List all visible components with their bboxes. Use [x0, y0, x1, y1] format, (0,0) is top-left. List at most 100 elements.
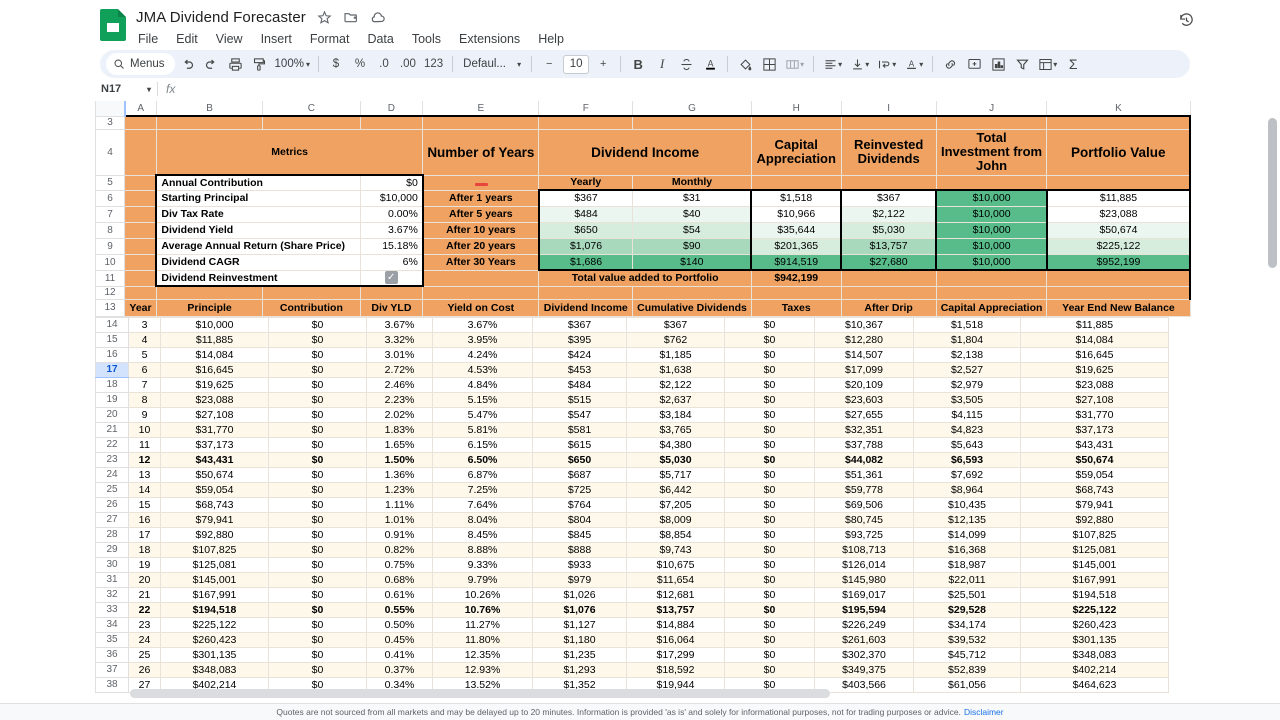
cell-capital-appreciation-22[interactable]: $29,528 [913, 601, 1021, 618]
horizontal-scroll-thumb[interactable] [130, 689, 830, 698]
cell-after-drip-8[interactable]: $23,603 [814, 391, 914, 408]
cell-after-drip-15[interactable]: $69,506 [814, 496, 914, 513]
year-label-1[interactable]: After 1 years [422, 189, 540, 207]
portfolio-value-20[interactable]: $225,122 [1046, 237, 1192, 255]
cell-capital-appreciation-21[interactable]: $25,501 [913, 586, 1021, 603]
cell-principle-11[interactable]: $37,173 [160, 436, 269, 453]
functions-button[interactable]: Σ [1062, 53, 1084, 75]
cell-principle-20[interactable]: $145,001 [160, 571, 269, 588]
cell-contribution-4[interactable]: $0 [268, 331, 367, 348]
col-contribution[interactable]: Contribution [262, 298, 361, 317]
page-title[interactable]: JMA Dividend Forecaster [136, 9, 306, 26]
redo-button[interactable] [201, 53, 223, 75]
cell-capital-appreciation-9[interactable]: $4,115 [913, 406, 1021, 423]
cell-year-19[interactable]: 19 [128, 556, 161, 573]
cell-year-16[interactable]: 16 [128, 511, 161, 528]
reinvested-dividends-5[interactable]: $2,122 [840, 205, 938, 223]
cell-yield-on-cost-10[interactable]: 5.81% [432, 421, 533, 438]
table-row[interactable]: 25 14 $59,054 $0 1.23% 7.25% $725 $6,442 $0 $59,7… [95, 481, 1169, 498]
cell-a11[interactable] [124, 269, 157, 287]
row-header-6[interactable]: 6 [94, 189, 126, 207]
cell-div-yld-20[interactable]: 0.68% [366, 571, 433, 588]
bold-button[interactable]: B [627, 53, 649, 75]
undo-button[interactable] [177, 53, 199, 75]
cell-capital-appreciation-12[interactable]: $6,593 [913, 451, 1021, 468]
cell-k11[interactable] [1046, 269, 1192, 287]
row-header-11[interactable]: 11 [94, 269, 126, 287]
cell-capital-appreciation-20[interactable]: $22,011 [913, 571, 1021, 588]
menu-format[interactable]: Format [308, 31, 352, 47]
more-formats-button[interactable]: 123 [421, 53, 446, 75]
metric-label-dividend-reinvestment[interactable]: Dividend Reinvestment [155, 269, 361, 287]
cell-taxes-25[interactable]: $0 [724, 646, 815, 663]
table-row[interactable]: 23 12 $43,431 $0 1.50% 6.50% $650 $5,030 $0 $44,0… [95, 451, 1169, 468]
row-header-15[interactable]: 15 [95, 331, 129, 348]
cell-after-drip-3[interactable]: $10,367 [814, 316, 914, 333]
cell-cumulative-dividends-17[interactable]: $8,854 [626, 526, 725, 543]
menu-file[interactable]: File [136, 31, 160, 47]
cell-after-drip-11[interactable]: $37,788 [814, 436, 914, 453]
portfolio-value-30[interactable]: $952,199 [1046, 253, 1192, 271]
cell-after-drip-24[interactable]: $261,603 [814, 631, 914, 648]
row-header-24[interactable]: 24 [95, 466, 129, 483]
cell-year-end-balance-13[interactable]: $59,054 [1020, 466, 1169, 483]
cell-contribution-26[interactable]: $0 [268, 661, 367, 678]
cell-div-yld-22[interactable]: 0.55% [366, 601, 433, 618]
merge-cells-button[interactable]: ▾ [782, 53, 807, 75]
cell-cumulative-dividends-16[interactable]: $8,009 [626, 511, 725, 528]
cell-dividend-income-13[interactable]: $687 [532, 466, 627, 483]
cell-cumulative-dividends-15[interactable]: $7,205 [626, 496, 725, 513]
cell-i11[interactable] [840, 269, 937, 287]
cell-dividend-income-3[interactable]: $367 [532, 316, 627, 333]
row-header-20[interactable]: 20 [95, 406, 129, 423]
total-added-value[interactable]: $942,199 [750, 269, 842, 287]
cell-div-yld-9[interactable]: 2.02% [366, 406, 433, 423]
cell-g12[interactable] [632, 285, 752, 300]
cell-after-drip-5[interactable]: $14,507 [814, 346, 914, 363]
table-row[interactable]: 15 4 $11,885 $0 3.32% 3.95% $395 $762 $0 $12,280 $… [95, 331, 1169, 348]
cell-year-end-balance-22[interactable]: $225,122 [1020, 601, 1169, 618]
cell-a8[interactable] [124, 221, 157, 239]
menus-search-button[interactable]: Menus [106, 53, 175, 75]
col-after-drip[interactable]: After Drip [840, 298, 937, 317]
cell-yield-on-cost-18[interactable]: 8.88% [432, 541, 533, 558]
dividend-reinvestment-checkbox[interactable]: ✓ [359, 269, 424, 287]
cell-principle-21[interactable]: $167,991 [160, 586, 269, 603]
cell-capital-appreciation-8[interactable]: $3,505 [913, 391, 1021, 408]
cell-contribution-6[interactable]: $0 [268, 361, 367, 378]
cell-a10[interactable] [124, 253, 157, 271]
cell-year-24[interactable]: 24 [128, 631, 161, 648]
cell-a4[interactable] [124, 128, 157, 176]
cell-h5[interactable] [750, 174, 842, 191]
cell-year-8[interactable]: 8 [128, 391, 161, 408]
cell-capital-appreciation-6[interactable]: $2,527 [913, 361, 1021, 378]
cell-year-13[interactable]: 13 [128, 466, 161, 483]
row-header-30[interactable]: 30 [95, 556, 129, 573]
cell-year-end-balance-3[interactable]: $11,885 [1020, 316, 1169, 333]
cell-year-end-balance-5[interactable]: $16,645 [1020, 346, 1169, 363]
metric-label-annual-contribution[interactable]: Annual Contribution [155, 174, 361, 191]
decrease-decimal-button[interactable]: .0 [373, 53, 395, 75]
cell-taxes-3[interactable]: $0 [724, 316, 815, 333]
cell-dividend-income-23[interactable]: $1,127 [532, 616, 627, 633]
insert-link-button[interactable] [939, 53, 961, 75]
column-header-g[interactable]: G [632, 101, 752, 117]
cell-contribution-5[interactable]: $0 [268, 346, 367, 363]
cell-d12[interactable] [359, 285, 424, 300]
cell-div-yld-18[interactable]: 0.82% [366, 541, 433, 558]
metric-label-dividend-yield[interactable]: Dividend Yield [155, 221, 361, 239]
cell-taxes-10[interactable]: $0 [724, 421, 815, 438]
cell-dividend-income-7[interactable]: $484 [532, 376, 627, 393]
cell-year-25[interactable]: 25 [128, 646, 161, 663]
row-header-5[interactable]: 5 [94, 174, 126, 191]
cell-principle-24[interactable]: $260,423 [160, 631, 269, 648]
row-header-21[interactable]: 21 [95, 421, 129, 438]
cell-yield-on-cost-5[interactable]: 4.24% [432, 346, 533, 363]
font-size-input[interactable]: 10 [563, 54, 590, 74]
cell-k3[interactable] [1046, 115, 1192, 130]
capital-appreciation-1[interactable]: $1,518 [750, 189, 843, 207]
row-header-10[interactable]: 10 [94, 253, 126, 271]
cell-principle-8[interactable]: $23,088 [160, 391, 269, 408]
create-filter-button[interactable] [1011, 53, 1033, 75]
checkbox-icon[interactable]: ✓ [384, 271, 398, 284]
